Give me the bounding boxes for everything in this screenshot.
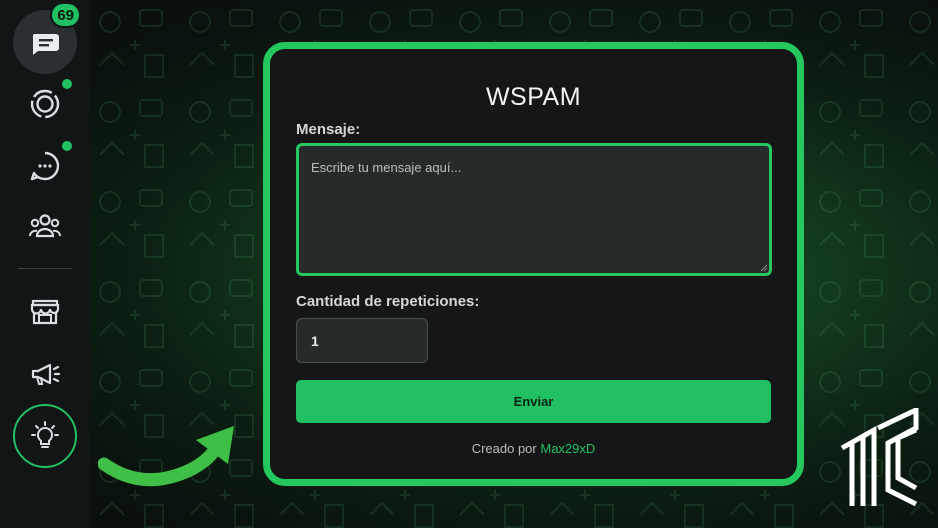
sidebar-item-ideas[interactable] bbox=[13, 404, 77, 468]
sidebar-item-status[interactable] bbox=[13, 72, 77, 136]
store-icon bbox=[30, 299, 60, 325]
sidebar-item-communities[interactable] bbox=[13, 194, 77, 258]
sidebar-item-chats[interactable]: 69 bbox=[13, 2, 81, 74]
curved-arrow-icon bbox=[98, 426, 234, 487]
sidebar-divider bbox=[18, 268, 72, 269]
wspam-panel: WSPAM Mensaje: Cantidad de repeticiones:… bbox=[263, 42, 804, 486]
message-label: Mensaje: bbox=[296, 121, 361, 138]
message-textarea[interactable] bbox=[296, 143, 772, 276]
credit-author-link[interactable]: Max29xD bbox=[540, 441, 595, 456]
megaphone-icon bbox=[31, 363, 61, 385]
sidebar: 69 bbox=[0, 0, 90, 528]
repeat-count-label: Cantidad de repeticiones: bbox=[296, 293, 480, 310]
status-icon bbox=[30, 89, 60, 119]
lightbulb-icon bbox=[31, 421, 59, 448]
sidebar-item-store[interactable] bbox=[13, 280, 77, 344]
credit-line: Creado por Max29xD bbox=[270, 441, 797, 456]
panel-title: WSPAM bbox=[485, 83, 582, 111]
status-new-dot bbox=[62, 79, 72, 89]
channels-icon bbox=[30, 151, 60, 181]
unread-count-badge: 69 bbox=[50, 2, 81, 28]
repeat-count-input[interactable] bbox=[296, 318, 428, 363]
credit-prefix: Creado por bbox=[471, 441, 537, 456]
sidebar-item-channels[interactable] bbox=[13, 134, 77, 198]
resize-grip-icon[interactable] bbox=[760, 264, 768, 272]
brand-logo-icon bbox=[840, 408, 919, 507]
chats-icon bbox=[32, 34, 59, 55]
channels-new-dot bbox=[62, 141, 72, 151]
send-button[interactable]: Enviar bbox=[296, 380, 771, 423]
sidebar-item-announcements[interactable] bbox=[13, 342, 77, 406]
communities-icon bbox=[29, 214, 61, 238]
